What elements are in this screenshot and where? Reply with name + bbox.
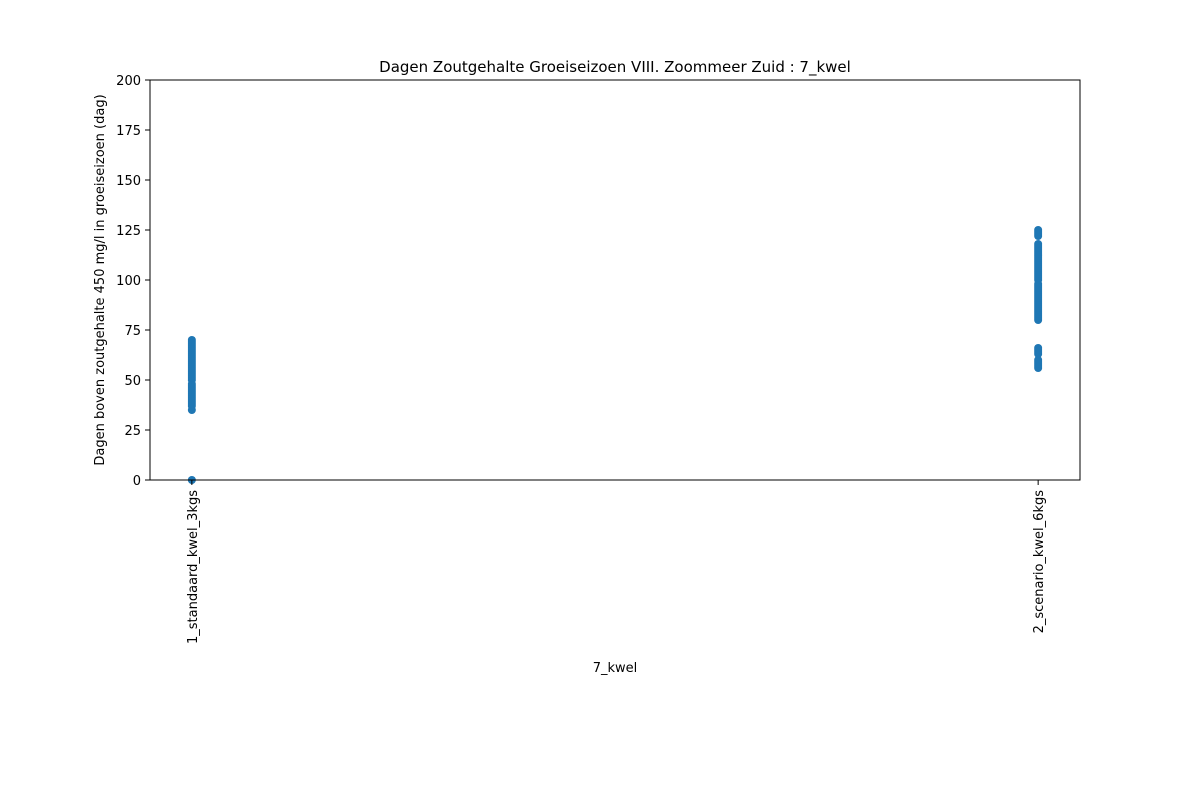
- y-tick-label: 125: [116, 224, 141, 239]
- y-tick-label: 100: [116, 274, 141, 289]
- y-tick-label: 25: [124, 424, 141, 439]
- y-tick-label: 200: [116, 74, 141, 89]
- y-tick-label: 50: [124, 374, 141, 389]
- chart-title: Dagen Zoutgehalte Groeiseizoen VIII. Zoo…: [379, 58, 851, 77]
- data-point: [1034, 226, 1043, 234]
- x-tick-label: 2_scenario_kwel_6kgs: [1032, 490, 1047, 634]
- y-tick-label: 0: [133, 474, 141, 489]
- figure-background: [0, 0, 1200, 800]
- y-tick-label: 75: [124, 324, 141, 339]
- scatter-chart: Dagen Zoutgehalte Groeiseizoen VIII. Zoo…: [0, 0, 1200, 800]
- y-tick-label: 150: [116, 174, 141, 189]
- data-point: [187, 336, 196, 344]
- x-axis-label: 7_kwel: [593, 661, 638, 676]
- data-point: [1034, 240, 1043, 248]
- y-tick-label: 175: [116, 124, 141, 139]
- y-axis-label: Dagen boven zoutgehalte 450 mg/l in groe…: [93, 94, 108, 465]
- data-point: [1034, 344, 1043, 352]
- x-tick-label: 1_standaard_kwel_3kgs: [186, 490, 201, 644]
